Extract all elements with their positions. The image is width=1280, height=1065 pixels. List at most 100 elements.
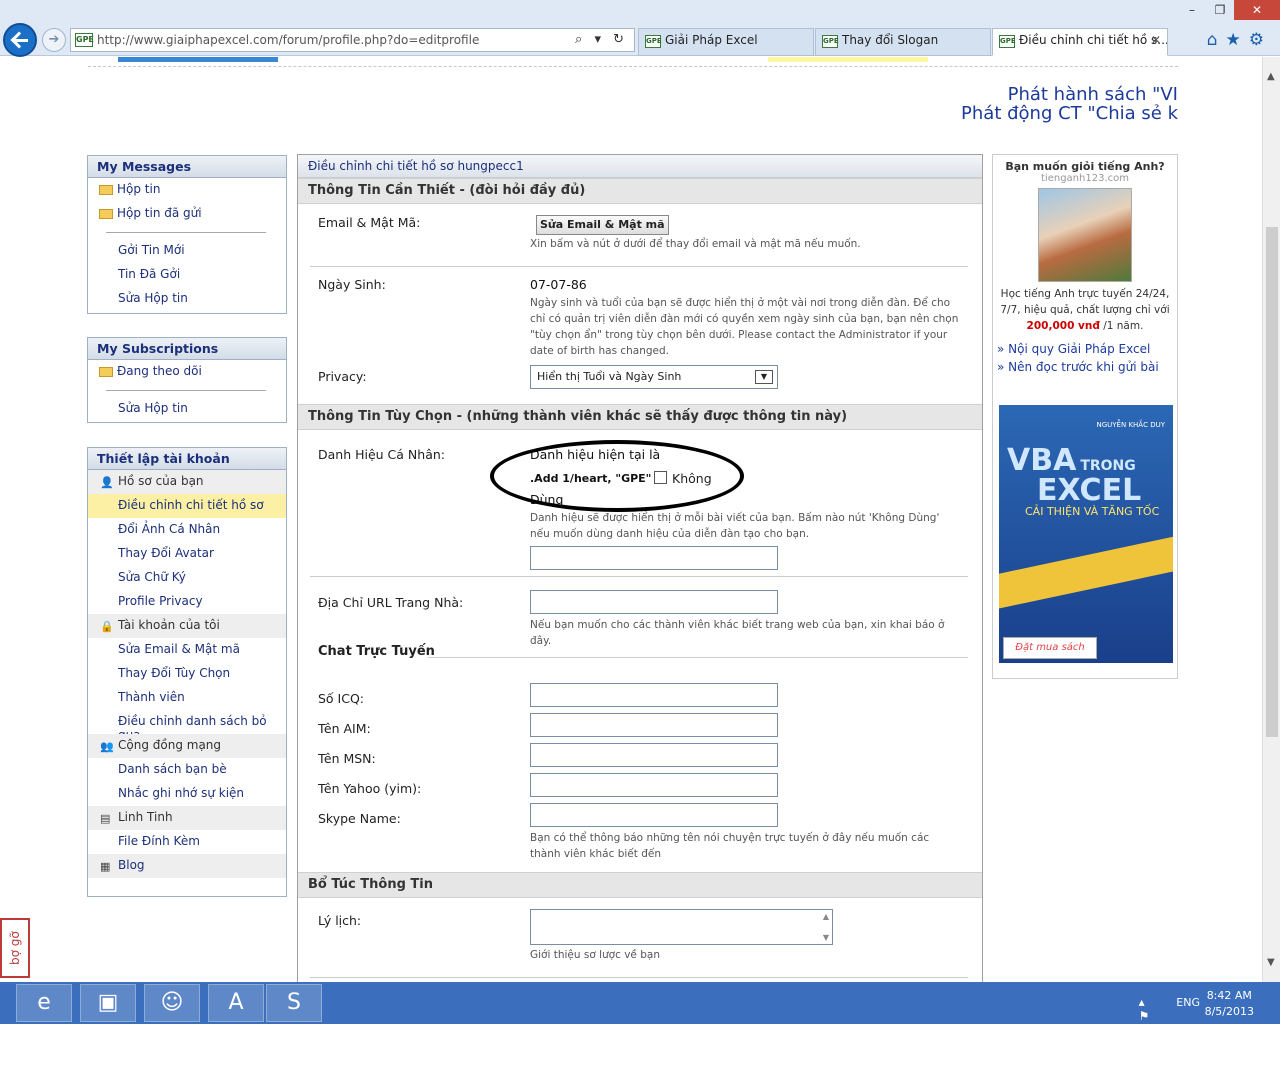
homepage-label: Địa Chỉ URL Trang Nhà: — [318, 595, 464, 610]
address-tools[interactable]: ⌕ ▾ ↻ — [575, 32, 628, 47]
sidebar-item-label: File Đính Kèm — [118, 834, 200, 848]
tab-giai-phap-excel[interactable]: GPE Giải Pháp Excel — [638, 28, 814, 56]
sidebar-item-edit-folders[interactable]: Sửa Hộp tin — [88, 287, 286, 311]
acrobat-icon[interactable]: A — [208, 984, 264, 1022]
email-help: Xin bấm và nút ở dưới để thay đổi email … — [530, 238, 861, 250]
close-tab-icon[interactable]: ✕ — [1151, 33, 1161, 47]
chat-heading: Chat Trực Tuyến — [318, 644, 435, 659]
icq-label: Số ICQ: — [318, 691, 365, 706]
group-label: Tài khoản của tôi — [118, 618, 220, 632]
my-subscriptions-box: My Subscriptions Đang theo dõi Sửa Hộp t… — [87, 337, 287, 423]
sidebar-item-ignore-list[interactable]: Điều chỉnh danh sách bỏ qua — [88, 710, 286, 742]
home-icon[interactable]: ⌂ — [1207, 30, 1226, 50]
banner-line-2[interactable]: Phát động CT "Chia sẻ k — [878, 104, 1178, 123]
file-explorer-icon[interactable]: ▣ — [80, 984, 136, 1022]
vba-book-ad[interactable]: NGUYỄN KHẮC DUY VBA TRONG EXCEL CẢI THIỆN… — [999, 405, 1173, 663]
scroll-down-icon[interactable]: ▼ — [1267, 957, 1275, 968]
sidebar-item-attachments[interactable]: File Đính Kèm — [88, 830, 286, 854]
tab-favicon-icon: GPE — [645, 35, 662, 48]
skype-icon[interactable]: S — [266, 984, 322, 1022]
sidebar-item-label: Hộp tin — [117, 182, 161, 196]
ad-photo[interactable] — [1038, 188, 1132, 282]
settings-gear-icon[interactable]: ⚙ — [1249, 30, 1272, 50]
scrollbar-thumb[interactable] — [1266, 227, 1278, 737]
address-bar[interactable]: GPE http://www.giaiphapexcel.com/forum/p… — [70, 28, 635, 52]
url-text[interactable]: http://www.giaiphapexcel.com/forum/profi… — [97, 33, 479, 47]
sidebar-item-profile-privacy[interactable]: Profile Privacy — [88, 590, 286, 614]
homepage-input[interactable] — [530, 590, 778, 614]
ad-site[interactable]: tienganh123.com — [993, 173, 1177, 184]
announcement-banner[interactable]: Phát hành sách "VI Phát động CT "Chia sẻ… — [878, 85, 1178, 123]
sidebar-item-edit-subscriptions[interactable]: Sửa Hộp tin — [88, 397, 286, 421]
group-label: Blog — [118, 858, 145, 872]
scroll-up-icon[interactable]: ▲ — [823, 912, 829, 921]
privacy-select[interactable]: Hiển thị Tuổi và Ngày Sinh ▼ — [530, 365, 778, 389]
clock[interactable]: 8:42 AM 8/5/2013 — [1205, 988, 1254, 1020]
skype-input[interactable] — [530, 803, 778, 827]
bio-textarea[interactable]: ▲ ▼ — [530, 909, 833, 945]
scroll-down-icon[interactable]: ▼ — [823, 933, 829, 942]
account-settings-box: Thiết lập tài khoản 👤 Hồ sơ của bạn Điều … — [87, 447, 287, 897]
close-window-icon[interactable]: ✕ — [1234, 0, 1280, 20]
scroll-up-icon[interactable]: ▲ — [1267, 71, 1275, 82]
tab-edit-profile[interactable]: GPE Điều chỉnh chi tiết hồ s... ✕ — [992, 28, 1168, 56]
custom-title-help: Danh hiệu sẽ được hiển thị ở mỗi bài viế… — [530, 512, 940, 540]
sidebar-item-edit-email-password[interactable]: Sửa Email & Mật mã — [88, 638, 286, 662]
aim-label: Tên AIM: — [318, 721, 371, 736]
user-icon: 👤 — [100, 476, 114, 489]
sidebar-item-edit-profile[interactable]: Điều chỉnh chi tiết hồ sơ — [88, 494, 286, 518]
ad-description: Học tiếng Anh trực tuyến 24/24, 7/7, hiệ… — [1000, 288, 1170, 316]
messenger-icon[interactable]: ☺ — [144, 984, 200, 1022]
nav-tab-highlight[interactable] — [768, 57, 928, 62]
sidebar-group-blog[interactable]: ▦ Blog — [88, 854, 286, 878]
msn-input[interactable] — [530, 743, 778, 767]
ad-title[interactable]: Bạn muốn giỏi tiếng Anh? — [993, 160, 1177, 173]
yahoo-input[interactable] — [530, 773, 778, 797]
minimize-icon[interactable]: – — [1178, 0, 1206, 20]
sidebar-group-profile: 👤 Hồ sơ của bạn — [88, 470, 286, 494]
nav-tab-active[interactable] — [118, 57, 278, 62]
back-button[interactable] — [3, 23, 37, 57]
chevron-down-icon[interactable]: ▼ — [755, 370, 773, 384]
sidebar-item-edit-signature[interactable]: Sửa Chữ Ký — [88, 566, 286, 590]
sidebar-item-label: Đang theo dõi — [117, 364, 202, 378]
read-first-link[interactable]: » Nên đọc trước khi gửi bài — [993, 358, 1177, 376]
sidebar-group-account: 🔒 Tài khoản của tôi — [88, 614, 286, 638]
folder-icon — [99, 367, 113, 377]
page-scrollbar[interactable]: ▲ ▼ — [1262, 57, 1280, 982]
forward-button[interactable]: ➔ — [42, 28, 66, 52]
sidebar-item-new-message[interactable]: Gởi Tin Mới — [88, 239, 286, 263]
language-indicator[interactable]: ENG — [1176, 996, 1200, 1009]
sidebar-item-reminders[interactable]: Nhắc ghi nhớ sự kiện — [88, 782, 286, 806]
sidebar-item-sent-messages[interactable]: Tin Đã Gởi — [88, 263, 286, 287]
aim-input[interactable] — [530, 713, 778, 737]
sidebar-item-inbox[interactable]: Hộp tin — [88, 178, 286, 202]
banner-line-1[interactable]: Phát hành sách "VI — [878, 85, 1178, 104]
yahoo-label: Tên Yahoo (yim): — [318, 781, 422, 796]
bookmarklet-tab[interactable]: bợ gỡ — [0, 918, 30, 978]
sidebar-item-label: Sửa Chữ Ký — [118, 570, 186, 584]
clock-time: 8:42 AM — [1206, 989, 1252, 1002]
icq-input[interactable] — [530, 683, 778, 707]
favorites-star-icon[interactable]: ★ — [1226, 30, 1249, 50]
edit-email-password-button[interactable]: Sửa Email & Mật mã — [536, 215, 669, 235]
tab-thay-doi-slogan[interactable]: GPE Thay đổi Slogan — [815, 28, 991, 56]
sidebar-item-label: Profile Privacy — [118, 594, 203, 608]
internet-explorer-icon[interactable]: e — [16, 984, 72, 1022]
sidebar-item-sent[interactable]: Hộp tin đã gửi — [88, 202, 286, 226]
custom-title-input[interactable] — [530, 546, 778, 570]
sidebar-item-label: Thay Đổi Avatar — [118, 546, 214, 560]
sidebar-item-label: Sửa Hộp tin — [118, 401, 188, 415]
divider — [310, 977, 968, 978]
sidebar-item-edit-options[interactable]: Thay Đổi Tùy Chọn — [88, 662, 286, 686]
restore-icon[interactable]: ❐ — [1206, 0, 1234, 20]
rules-link[interactable]: » Nội quy Giải Pháp Excel — [993, 340, 1177, 358]
sidebar-item-edit-avatar[interactable]: Thay Đổi Avatar — [88, 542, 286, 566]
sidebar-item-subscribed[interactable]: Đang theo dõi — [88, 360, 286, 384]
buy-book-button[interactable]: Đặt mua sách — [1003, 637, 1097, 659]
sidebar-item-members[interactable]: Thành viên — [88, 686, 286, 710]
sidebar-item-friends[interactable]: Danh sách bạn bè — [88, 758, 286, 782]
sidebar-item-edit-picture[interactable]: Đổi Ảnh Cá Nhân — [88, 518, 286, 542]
tray-icons[interactable]: ▴ ⚑ ▭ ◧ ♪ — [1139, 995, 1158, 1065]
sidebar-group-community: 👥 Cộng đồng mạng — [88, 734, 286, 758]
